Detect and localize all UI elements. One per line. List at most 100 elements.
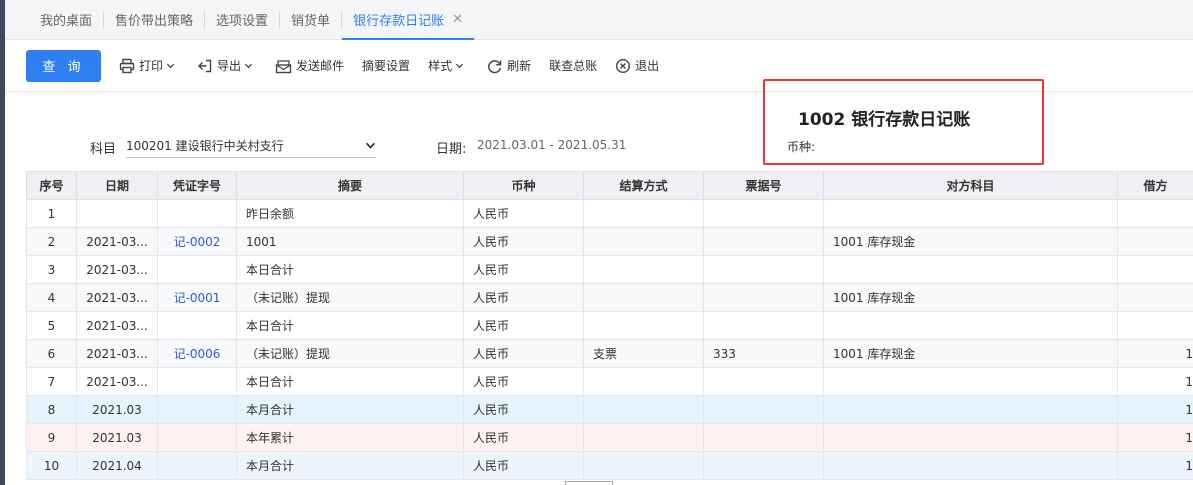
- cell-settlement: [583, 283, 704, 312]
- cell-date: 2021.03: [76, 395, 158, 424]
- cell-date: [76, 199, 158, 228]
- cell-currency: 人民币: [463, 395, 584, 424]
- col-header-account[interactable]: 对方科目: [823, 171, 1118, 200]
- table-row[interactable]: 7 2021-03... 本日合计 人民币 1: [26, 367, 1193, 396]
- cell-debit: [1117, 199, 1193, 228]
- summary-settings-button[interactable]: 摘要设置: [362, 50, 410, 82]
- voucher-link[interactable]: 记-0006: [157, 339, 237, 368]
- cell-settlement: [583, 451, 704, 480]
- send-mail-label: 发送邮件: [296, 59, 345, 73]
- cell-debit: 1: [1117, 423, 1193, 452]
- chevron-down-icon: [455, 63, 464, 69]
- export-label: 导出: [217, 59, 242, 73]
- currency-label: 币种:: [787, 140, 816, 154]
- col-header-summary[interactable]: 摘要: [236, 171, 464, 200]
- cell-settlement: [583, 423, 704, 452]
- cell-voucher: [157, 255, 237, 284]
- chevron-down-icon: [166, 63, 175, 69]
- cell-seq: 9: [26, 423, 77, 452]
- cell-currency: 人民币: [463, 283, 584, 312]
- cell-bill-no: [703, 367, 824, 396]
- table-row[interactable]: 4 2021-03... 记-0001 （未记账）提现 人民币 1001 库存现…: [26, 283, 1193, 312]
- table-header-row: 序号 日期 凭证字号 摘要 币种 结算方式 票据号 对方科目 借方: [26, 171, 1193, 200]
- cell-account: 1001 库存现金: [823, 227, 1118, 256]
- cell-bill-no: [703, 227, 824, 256]
- tab-price-strategy[interactable]: 售价带出策略: [104, 0, 204, 40]
- cell-voucher: [157, 451, 237, 480]
- cell-currency: 人民币: [463, 227, 584, 256]
- query-button[interactable]: 查 询: [26, 49, 101, 82]
- cell-settlement: [583, 227, 704, 256]
- date-label: 日期:: [436, 142, 467, 157]
- cell-settlement: 支票: [583, 339, 704, 368]
- cell-account: 1001 库存现金: [823, 283, 1118, 312]
- printer-icon: [119, 58, 135, 73]
- tab-sales-order[interactable]: 销货单: [280, 0, 341, 40]
- cell-account: [823, 451, 1118, 480]
- cell-voucher: [157, 395, 237, 424]
- cell-bill-no: [703, 255, 824, 284]
- cell-debit: [1117, 227, 1193, 256]
- cell-summary: （未记账）提现: [236, 339, 464, 368]
- col-header-bill-no[interactable]: 票据号: [703, 171, 824, 200]
- date-range-value[interactable]: 2021.03.01 - 2021.05.31: [477, 138, 626, 152]
- cell-summary: 本日合计: [236, 311, 464, 340]
- tab-bank-journal[interactable]: 银行存款日记账 ✕: [342, 0, 474, 40]
- voucher-link[interactable]: 记-0001: [157, 283, 237, 312]
- cell-currency: 人民币: [463, 311, 584, 340]
- print-button[interactable]: 打印: [119, 50, 179, 82]
- col-header-debit[interactable]: 借方: [1117, 171, 1193, 200]
- cell-summary: （未记账）提现: [236, 283, 464, 312]
- col-header-voucher[interactable]: 凭证字号: [157, 171, 237, 200]
- tab-desktop[interactable]: 我的桌面: [29, 0, 103, 40]
- tab-label: 银行存款日记账: [353, 14, 445, 29]
- cell-summary: 1001: [236, 227, 464, 256]
- send-mail-button[interactable]: 发送邮件: [275, 50, 344, 82]
- cell-currency: 人民币: [463, 339, 584, 368]
- refresh-button[interactable]: 刷新: [486, 50, 531, 82]
- cell-debit: 1: [1117, 339, 1193, 368]
- table-row[interactable]: 8 2021.03 本月合计 人民币 1: [26, 395, 1193, 424]
- export-button[interactable]: 导出: [197, 50, 257, 82]
- col-header-seq[interactable]: 序号: [26, 171, 77, 200]
- style-label: 样式: [428, 59, 453, 73]
- table-row[interactable]: 9 2021.03 本年累计 人民币 1: [26, 423, 1193, 452]
- table-row[interactable]: 1 昨日余额 人民币: [26, 199, 1193, 228]
- close-icon[interactable]: ✕: [452, 12, 463, 27]
- chevron-down-icon: [244, 63, 253, 69]
- cell-currency: 人民币: [463, 199, 584, 228]
- ledger-link-button[interactable]: 联查总账: [549, 50, 597, 82]
- cell-seq: 4: [26, 283, 77, 312]
- cell-account: [823, 367, 1118, 396]
- table-row[interactable]: 2 2021-03... 记-0002 1001 人民币 1001 库存现金: [26, 227, 1193, 256]
- cell-settlement: [583, 199, 704, 228]
- cell-date: 2021-03...: [76, 311, 158, 340]
- close-circle-icon: [616, 58, 631, 73]
- subject-select[interactable]: 100201 建设银行中关村支行: [126, 134, 376, 158]
- table-row[interactable]: 5 2021-03... 本日合计 人民币: [26, 311, 1193, 340]
- table-row[interactable]: 10 2021.04 本月合计 人民币 1: [26, 451, 1193, 480]
- horizontal-scroll-thumb[interactable]: [565, 481, 613, 485]
- cell-bill-no: [703, 395, 824, 424]
- table-row[interactable]: 3 2021-03... 本日合计 人民币: [26, 255, 1193, 284]
- voucher-link[interactable]: 记-0002: [157, 227, 237, 256]
- style-button[interactable]: 样式: [428, 50, 468, 82]
- cell-seq: 8: [26, 395, 77, 424]
- cell-seq: 5: [26, 311, 77, 340]
- col-header-settlement[interactable]: 结算方式: [583, 171, 704, 200]
- cell-summary: 本日合计: [236, 367, 464, 396]
- export-icon: [198, 59, 212, 72]
- col-header-currency[interactable]: 币种: [463, 171, 584, 200]
- cell-settlement: [583, 367, 704, 396]
- cell-voucher: [157, 199, 237, 228]
- report-title: 1002 银行存款日记账: [798, 110, 971, 130]
- col-header-date[interactable]: 日期: [76, 171, 158, 200]
- tab-options[interactable]: 选项设置: [205, 0, 279, 40]
- cell-summary: 本月合计: [236, 395, 464, 424]
- exit-button[interactable]: 退出: [615, 50, 659, 82]
- cell-bill-no: 333: [703, 339, 824, 368]
- cell-settlement: [583, 395, 704, 424]
- table-row[interactable]: 6 2021-03... 记-0006 （未记账）提现 人民币 支票 333 1…: [26, 339, 1193, 368]
- chevron-down-icon: [366, 142, 375, 149]
- cell-debit: 1: [1117, 395, 1193, 424]
